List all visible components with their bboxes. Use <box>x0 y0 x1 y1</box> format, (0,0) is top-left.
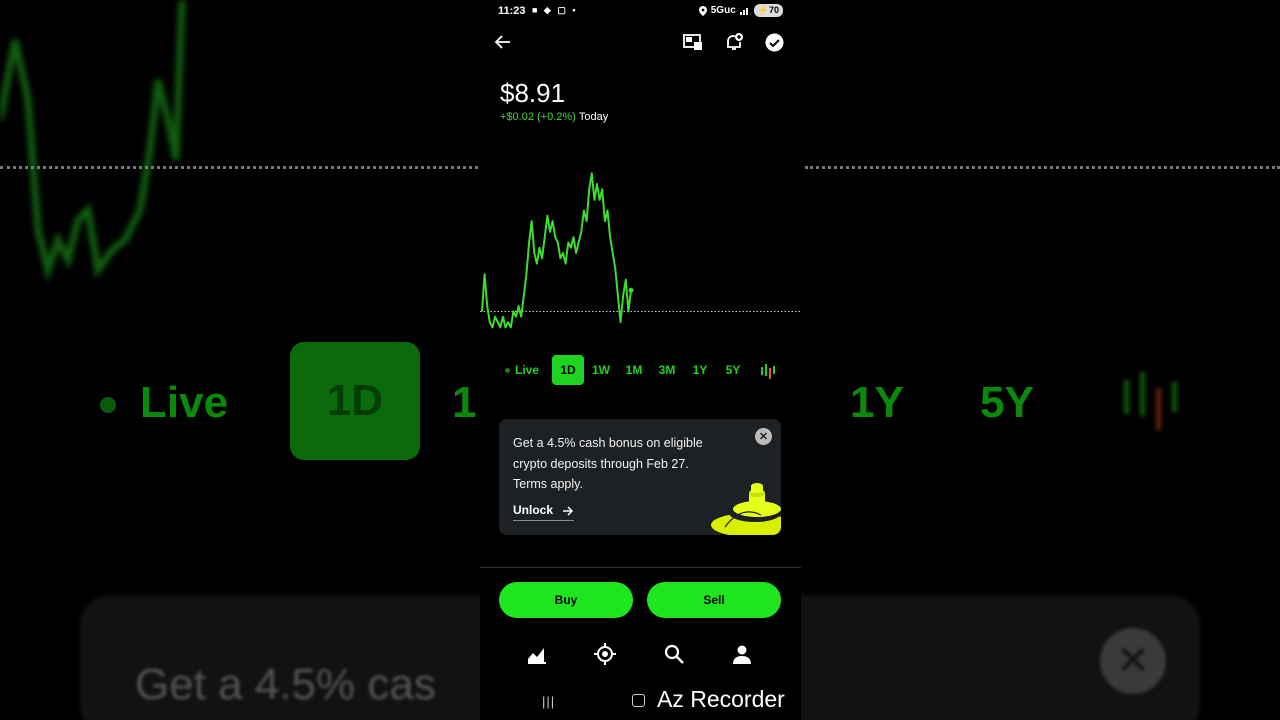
network-label: 5Guc <box>710 5 736 16</box>
signal-icon <box>739 8 748 15</box>
close-icon[interactable]: ✕ <box>755 428 772 445</box>
chart-nav-icon <box>528 648 546 664</box>
backdrop-live: Live <box>100 378 228 428</box>
backdrop-close-icon: ✕ <box>1100 628 1166 694</box>
backdrop-candles-icon <box>1124 372 1177 430</box>
account-nav-icon <box>733 645 751 664</box>
range-live[interactable]: Live <box>502 355 542 385</box>
range-1m[interactable]: 1M <box>619 355 649 385</box>
buy-button[interactable]: Buy <box>499 582 633 618</box>
check-circle-icon <box>765 33 783 51</box>
status-right: 5Guc ⚡70 <box>698 4 783 17</box>
back-button[interactable] <box>491 30 515 54</box>
notification-icons: ■ ◆ ▢ • <box>532 5 578 15</box>
promo-text: Get a 4.5% cash bonus on eligible crypto… <box>513 436 703 491</box>
stock-price: $8.91 <box>500 78 566 108</box>
nav-search[interactable] <box>662 642 686 666</box>
candlestick-icon <box>761 363 775 379</box>
sell-button[interactable]: Sell <box>647 582 781 618</box>
range-3m[interactable]: 3M <box>652 355 682 385</box>
recent-apps-icon[interactable]: ||| <box>542 694 555 709</box>
backdrop-dashline-right <box>805 166 1280 169</box>
range-1d[interactable]: 1D <box>552 355 584 385</box>
price-change-value: +$0.02 (+0.2%) <box>500 111 576 123</box>
coin-stack-illustration <box>711 483 781 535</box>
system-nav-bar: ||| Az Recorder <box>480 686 801 716</box>
phone-screen: 11:23 ■ ◆ ▢ • 5Guc ⚡70 $8.91 +$0.02 (+0.… <box>480 0 801 720</box>
home-icon[interactable] <box>632 694 645 707</box>
chart-current-point <box>628 287 634 293</box>
promo-unlock-link[interactable]: Unlock <box>513 503 575 521</box>
backdrop-1w: 1 <box>452 378 477 427</box>
range-selector: Live 1D 1W 1M 3M 1Y 5Y <box>480 355 801 385</box>
price-chart[interactable] <box>480 160 801 350</box>
range-5y[interactable]: 5Y <box>718 355 748 385</box>
watchlist-button[interactable] <box>762 30 786 54</box>
backdrop-5y: 5Y <box>980 378 1034 427</box>
price-change-period: Today <box>578 111 609 123</box>
back-arrow-icon <box>494 35 510 49</box>
chart-type-toggle[interactable] <box>756 355 780 385</box>
battery-indicator: ⚡70 <box>753 4 783 17</box>
nav-crypto[interactable] <box>593 642 617 666</box>
bell-plus-icon <box>727 33 743 50</box>
share-screen-icon <box>683 34 702 50</box>
top-bar <box>480 30 801 56</box>
live-dot-icon <box>504 368 510 374</box>
bottom-nav <box>480 642 801 670</box>
location-icon <box>698 5 707 16</box>
divider <box>480 567 801 568</box>
share-button[interactable] <box>681 30 705 54</box>
range-1w[interactable]: 1W <box>586 355 616 385</box>
backdrop-1d: 1D <box>290 342 420 460</box>
status-bar: 11:23 ■ ◆ ▢ • 5Guc ⚡70 <box>480 0 801 22</box>
price-change: +$0.02 (+0.2%) Today <box>500 111 608 123</box>
arrow-right-icon <box>563 506 574 516</box>
crypto-nav-icon <box>594 643 616 665</box>
chart-price-line <box>481 172 632 329</box>
search-nav-icon <box>664 644 684 664</box>
status-time: 11:23 <box>498 5 526 17</box>
promo-card: Get a 4.5% cash bonus on eligible crypto… <box>499 419 781 535</box>
backdrop-card-text: Get a 4.5% cas <box>135 660 436 709</box>
nav-account[interactable] <box>730 642 754 666</box>
range-1y[interactable]: 1Y <box>685 355 715 385</box>
nav-investing[interactable] <box>525 642 549 666</box>
watermark: Az Recorder <box>657 686 785 712</box>
alert-button[interactable] <box>722 30 746 54</box>
backdrop-1y: 1Y <box>850 378 904 427</box>
backdrop-dashline-left <box>0 166 478 169</box>
